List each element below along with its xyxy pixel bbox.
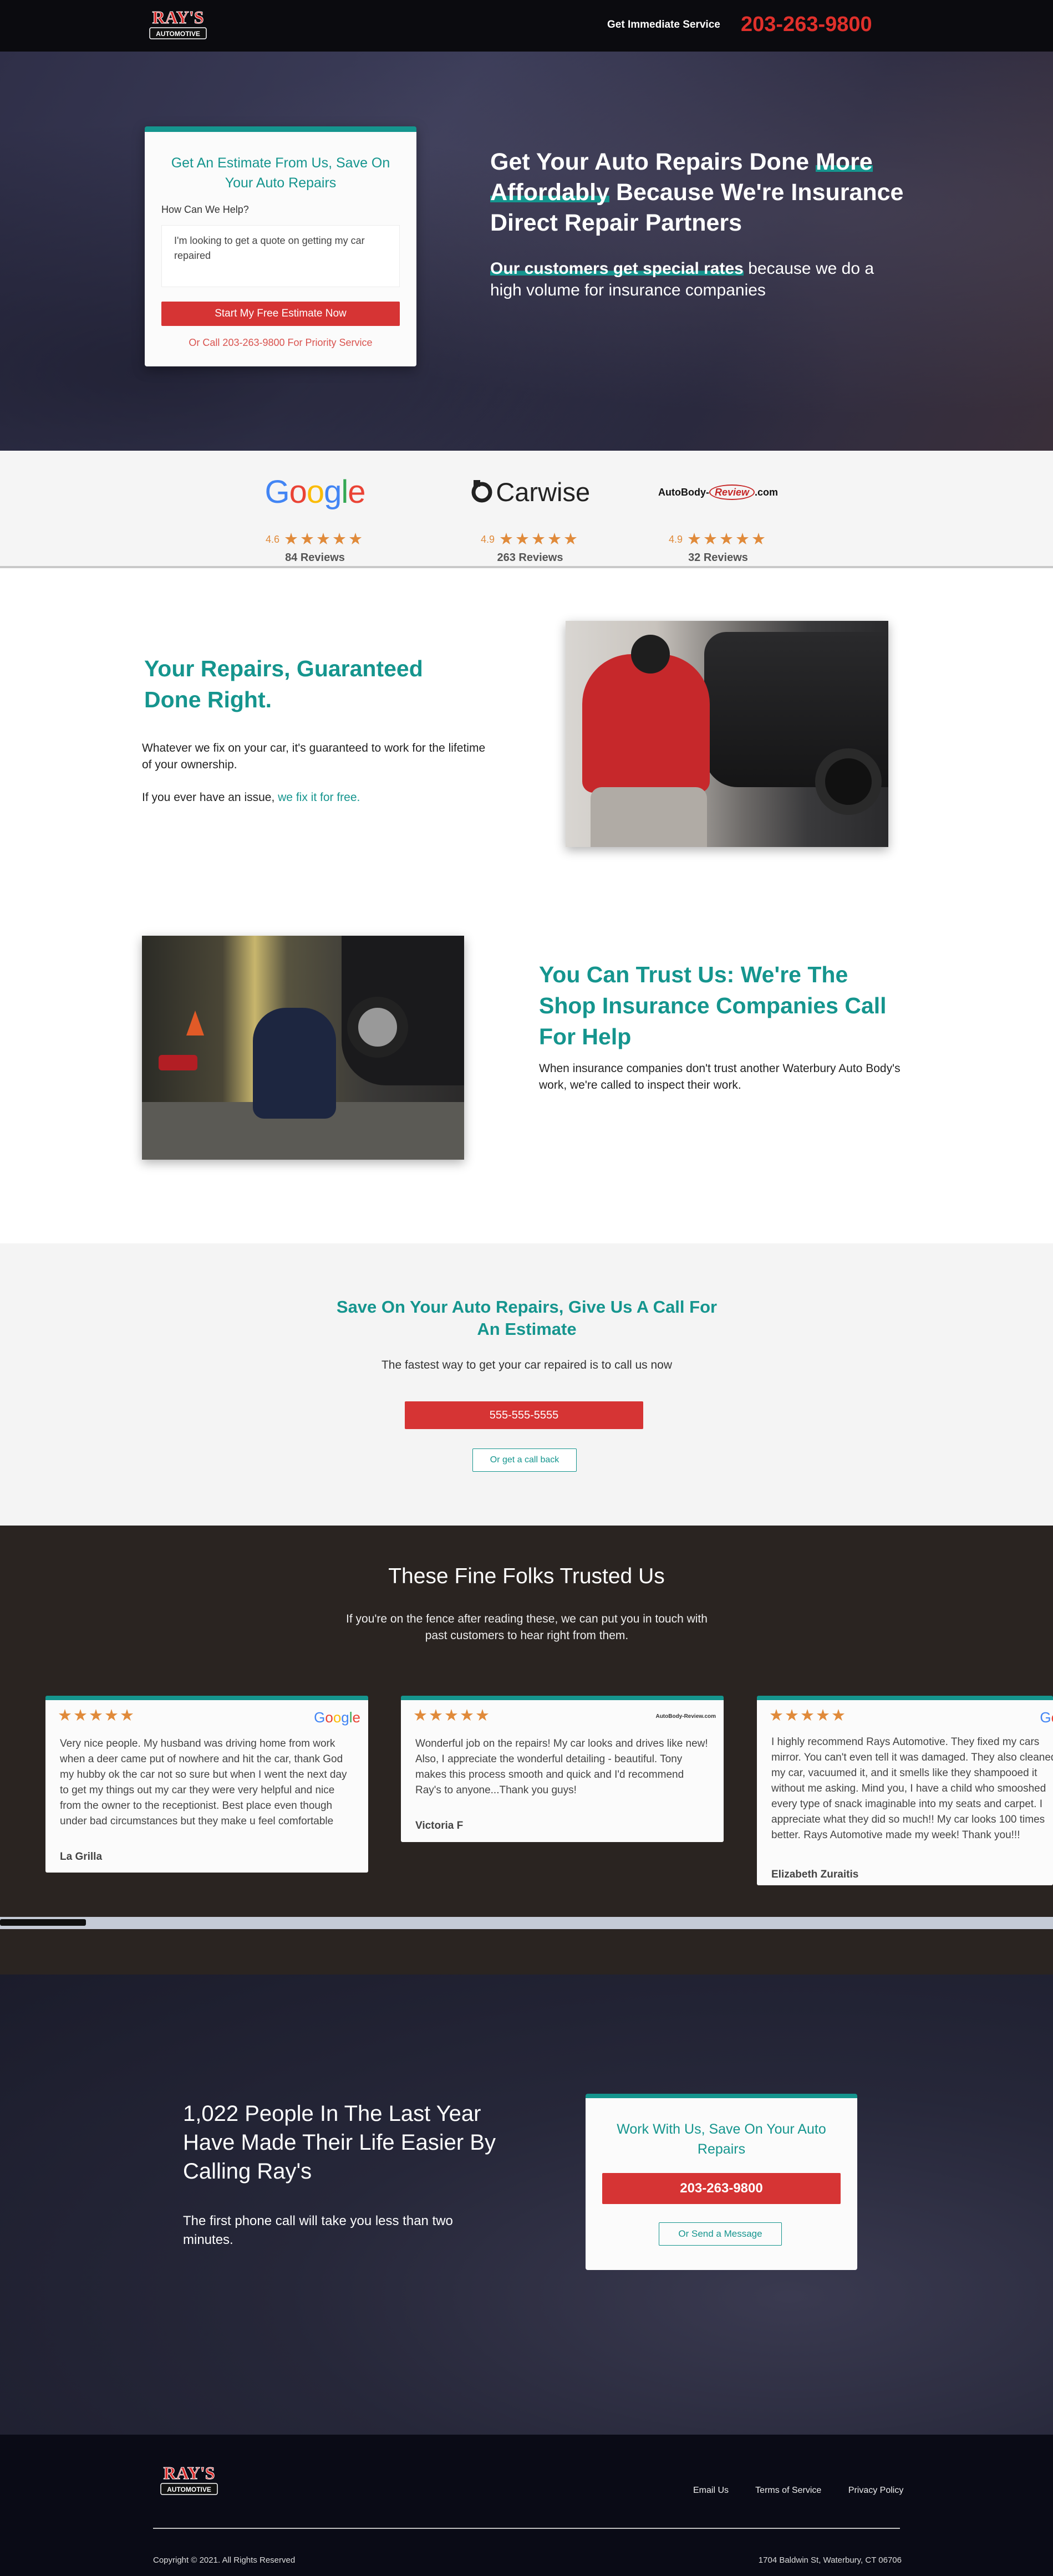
rating-score: 4.9 — [668, 534, 683, 545]
estimate-form-card: Get An Estimate From Us, Save On Your Au… — [145, 126, 416, 366]
autobody-review-logo: AutoBody-Review.com — [652, 476, 785, 509]
star-rating-icon: ★★★★★ — [687, 530, 768, 548]
testimonials-heading: These Fine Folks Trusted Us — [388, 1564, 665, 1588]
bottom-cta-section: 1,022 People In The Last Year Have Made … — [0, 1975, 1053, 2435]
google-logo: Google — [264, 474, 365, 510]
help-message-textarea[interactable]: I'm looking to get a quote on getting my… — [161, 225, 400, 287]
autobody-review-logo: AutoBody-Review.com — [655, 1713, 716, 1720]
call-back-button[interactable]: Or get a call back — [472, 1448, 577, 1472]
scrollbar-thumb[interactable] — [0, 1919, 86, 1926]
testimonial-author: Victoria F — [415, 1820, 464, 1832]
footer-divider — [153, 2528, 900, 2529]
trust-heading: You Can Trust Us: We're The Shop Insuran… — [539, 962, 887, 1049]
mechanic-wheel-photo — [142, 936, 464, 1160]
send-message-button[interactable]: Or Send a Message — [659, 2222, 782, 2246]
call-estimate-heading: Save On Your Auto Repairs, Give Us A Cal… — [336, 1297, 718, 1339]
autobody-review-rating[interactable]: AutoBody- Review .com 4.9 ★★★★★ 32 Reviews — [652, 467, 785, 564]
hero-subheadline: Our customers get special rates because … — [490, 259, 874, 299]
priority-call-link[interactable]: Or Call 203-263-9800 For Priority Servic… — [161, 337, 400, 349]
call-phone-button[interactable]: 555-555-5555 — [405, 1401, 643, 1429]
testimonial-card: ★★★★★ Goog I highly recommend Rays Autom… — [757, 1696, 1053, 1885]
star-rating-icon: ★★★★★ — [58, 1707, 135, 1725]
testimonial-card: ★★★★★ Google Very nice people. My husban… — [45, 1696, 368, 1873]
carwise-rating[interactable]: Carwise 4.9 ★★★★★ 263 Reviews — [464, 467, 597, 564]
footer-link-email[interactable]: Email Us — [693, 2486, 729, 2495]
review-count: 84 Reviews — [285, 552, 345, 564]
testimonial-text: Very nice people. My husband was driving… — [60, 1738, 347, 1827]
testimonial-author: La Grilla — [60, 1851, 103, 1863]
start-free-estimate-button[interactable]: Start My Free Estimate Now — [161, 302, 400, 326]
bottom-cta-heading: 1,022 People In The Last Year Have Made … — [183, 2101, 496, 2184]
rating-score: 4.6 — [265, 534, 280, 545]
google-logo: Google — [314, 1709, 360, 1726]
address-text: 1704 Baldwin St, Waterbury, CT 06706 — [758, 2555, 902, 2565]
footer-link-privacy[interactable]: Privacy Policy — [848, 2486, 904, 2495]
guarantee-issue-paragraph: If you ever have an issue, we fix it for… — [142, 791, 360, 804]
top-bar: RAY'S AUTOMOTIVE Get Immediate Service 2… — [0, 0, 1053, 52]
rays-automotive-logo[interactable]: RAY'S AUTOMOTIVE — [145, 7, 211, 43]
testimonial-text: I highly recommend Rays Automotive. They… — [771, 1736, 1053, 1841]
fix-free-link[interactable]: we fix it for free. — [278, 791, 360, 804]
contact-card-title: Work With Us, Save On Your Auto Repairs — [617, 2121, 826, 2157]
header-cta-label: Get Immediate Service — [607, 19, 720, 30]
trust-paragraph: When insurance companies don't trust ano… — [539, 1062, 901, 1091]
estimate-form-title: Get An Estimate From Us, Save On Your Au… — [171, 155, 390, 191]
footer: RAY'S AUTOMOTIVE Email Us Terms of Servi… — [0, 2435, 1053, 2576]
svg-text:RAY'S: RAY'S — [152, 7, 204, 27]
hero-headline: Get Your Auto Repairs Done More Affordab… — [490, 149, 904, 236]
google-rating[interactable]: Google 4.6 ★★★★★ 84 Reviews — [248, 467, 381, 564]
star-rating-icon: ★★★★★ — [769, 1707, 847, 1725]
bottom-cta-subtext: The first phone call will take you less … — [183, 2213, 453, 2247]
carwise-logo: Carwise — [464, 476, 597, 509]
rating-score: 4.9 — [480, 534, 495, 545]
star-rating-icon: ★★★★★ — [284, 530, 365, 548]
carwise-icon — [471, 480, 492, 503]
copyright-text: Copyright © 2021. All Rights Reserved — [153, 2555, 296, 2565]
testimonials-subtext: If you're on the fence after reading the… — [346, 1613, 708, 1642]
testimonial-author: Elizabeth Zuraitis — [771, 1869, 859, 1880]
testimonial-text: Wonderful job on the repairs! My car loo… — [415, 1738, 708, 1796]
star-rating-icon: ★★★★★ — [413, 1707, 491, 1725]
svg-text:RAY'S: RAY'S — [163, 2463, 215, 2483]
guarantee-heading: Your Repairs, Guaranteed Done Right. — [144, 656, 423, 712]
footer-logo[interactable]: RAY'S AUTOMOTIVE — [156, 2462, 222, 2499]
svg-text:AUTOMOTIVE: AUTOMOTIVE — [156, 30, 200, 38]
call-estimate-subtext: The fastest way to get your car repaired… — [381, 1359, 673, 1371]
google-logo: Goog — [1040, 1709, 1053, 1726]
review-count: 263 Reviews — [497, 552, 563, 564]
contact-card: Work With Us, Save On Your Auto Repairs … — [586, 2094, 857, 2270]
help-question-label: How Can We Help? — [161, 204, 249, 215]
star-rating-icon: ★★★★★ — [499, 530, 580, 548]
footer-link-terms[interactable]: Terms of Service — [755, 2486, 821, 2495]
review-count: 32 Reviews — [688, 552, 748, 564]
contact-phone-button[interactable]: 203-263-9800 — [602, 2173, 841, 2204]
hero-section: Get An Estimate From Us, Save On Your Au… — [0, 52, 1053, 451]
header-phone-link[interactable]: 203-263-9800 — [741, 13, 872, 37]
testimonials-scrollbar[interactable] — [0, 1917, 1053, 1929]
footer-links: Email Us Terms of Service Privacy Policy — [693, 2486, 928, 2496]
guarantee-paragraph: Whatever we fix on your car, it's guaran… — [142, 742, 486, 771]
testimonials-section: These Fine Folks Trusted Us If you're on… — [0, 1526, 1053, 1975]
call-estimate-section: Save On Your Auto Repairs, Give Us A Cal… — [0, 1243, 1053, 1526]
testimonial-card: ★★★★★ AutoBody-Review.com Wonderful job … — [401, 1696, 724, 1842]
mechanic-inspecting-car-photo — [566, 621, 888, 847]
svg-text:AUTOMOTIVE: AUTOMOTIVE — [167, 2486, 211, 2493]
review-ratings-strip: Google 4.6 ★★★★★ 84 Reviews Carwise 4.9 ★★… — [0, 451, 1053, 568]
